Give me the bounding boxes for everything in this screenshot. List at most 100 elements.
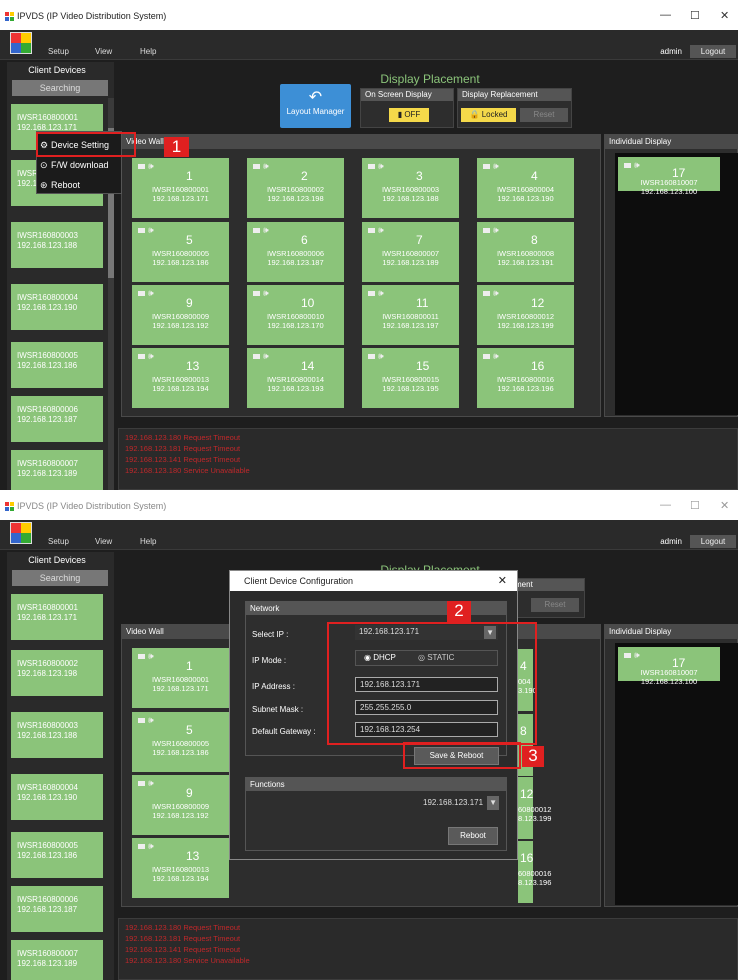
video-wall-tile[interactable]: 🕪 4 IWSR160800004 192.168.123.190: [477, 158, 574, 218]
menu-item-fw-download[interactable]: ⊙ F/W download: [37, 155, 123, 175]
device-item[interactable]: IWSR160800001 192.168.123.171: [11, 594, 103, 640]
minimize-icon[interactable]: —: [660, 9, 671, 21]
tile-info: IWSR160800003 192.168.123.188: [362, 185, 459, 203]
device-item[interactable]: IWSR160800002192.168.123.198: [11, 650, 103, 696]
tile-name: IWSR160800003: [381, 185, 440, 194]
maximize-icon[interactable]: ☐: [690, 499, 700, 512]
tile-number: 15: [416, 359, 430, 373]
download-icon: ⊙: [40, 160, 48, 170]
tile-ip: 192.168.123.188: [382, 194, 439, 203]
device-item[interactable]: IWSR160800006 192.168.123.187: [11, 396, 103, 442]
device-item[interactable]: IWSR160800007 192.168.123.189: [11, 940, 103, 980]
device-item[interactable]: IWSR160800007 192.168.123.189: [11, 450, 103, 490]
video-wall-tile[interactable]: 🕪 3 IWSR160800003 192.168.123.188: [362, 158, 459, 218]
video-wall-tile[interactable]: 🕪 5 IWSR160800005 192.168.123.186: [132, 222, 229, 282]
step-label: 1: [164, 137, 189, 157]
log-line: 192.168.123.141 Request Timeout: [125, 455, 241, 464]
tile-info: IWSR160810007 192.168.123.100: [618, 178, 720, 196]
close-icon[interactable]: ✕: [498, 571, 507, 591]
tile-info: IWSR160800001 192.168.123.171: [132, 185, 229, 203]
video-wall-tile[interactable]: 🕪 10 IWSR160800010 192.168.123.170: [247, 285, 344, 345]
device-name: IWSR160800004: [17, 293, 78, 302]
searching-button[interactable]: Searching: [12, 570, 108, 586]
video-wall-tile[interactable]: 🕪 1 IWSR160800001 192.168.123.171: [132, 158, 229, 218]
menu-item-reboot[interactable]: ⊛ Reboot: [37, 175, 123, 195]
reset-button[interactable]: Reset: [520, 108, 568, 122]
tile-name: IWSR160800005: [151, 739, 210, 748]
video-wall-tile[interactable]: 🕪 1 IWSR160800001 192.168.123.171: [132, 648, 229, 708]
logout-button[interactable]: Logout: [690, 45, 736, 58]
tile-ip: 8.123.196: [518, 878, 552, 887]
menu-help[interactable]: Help: [140, 537, 156, 546]
video-wall-tile[interactable]: 🕪 9 IWSR160800009 192.168.123.192: [132, 285, 229, 345]
reset-button[interactable]: Reset: [531, 598, 579, 612]
speaker-icon: 🕪: [634, 160, 640, 170]
osd-toggle[interactable]: ▮ OFF: [389, 108, 429, 122]
window-title: IPVDS (IP Video Distribution System): [17, 501, 167, 511]
video-wall-tile[interactable]: 🕪 2 IWSR160800002 192.168.123.198: [247, 158, 344, 218]
video-wall-tile[interactable]: 🕪 15 IWSR160800015 192.168.123.195: [362, 348, 459, 408]
layout-manager-button[interactable]: ↶ Layout Manager: [280, 84, 351, 128]
device-item[interactable]: IWSR160800003 192.168.123.188: [11, 222, 103, 268]
video-wall-tile[interactable]: 🕪 16 IWSR160800016 192.168.123.196: [477, 348, 574, 408]
menu-setup[interactable]: Setup: [48, 47, 69, 56]
minimize-icon[interactable]: —: [660, 499, 671, 511]
tile-ip: 192.168.123.186: [152, 748, 209, 757]
close-icon[interactable]: ✕: [720, 9, 729, 22]
device-item[interactable]: IWSR160800006 192.168.123.187: [11, 886, 103, 932]
tile-number: 10: [301, 296, 315, 310]
tile-ip: 192.168.123.171: [152, 684, 209, 693]
device-item[interactable]: IWSR160800005 192.168.123.186: [11, 342, 103, 388]
log-line: 192.168.123.180 Service Unavailable: [125, 466, 250, 475]
video-wall-tile[interactable]: 🕪 12 IWSR160800012 192.168.123.199: [477, 285, 574, 345]
tile-name: IWSR160800001: [151, 185, 210, 194]
maximize-icon[interactable]: ☐: [690, 9, 700, 22]
client-devices-sidebar: Client Devices Searching IWSR160800001 19…: [7, 62, 114, 490]
video-wall-tile[interactable]: 🕪 14 IWSR160800014 192.168.123.193: [247, 348, 344, 408]
device-ip: 192.168.123.188: [17, 241, 78, 250]
video-wall-tile[interactable]: 🕪 6 IWSR160800006 192.168.123.187: [247, 222, 344, 282]
tile-info: IWSR160800009 192.168.123.192: [132, 802, 229, 820]
app-logo: [10, 32, 32, 54]
device-item[interactable]: IWSR160800003 192.168.123.188: [11, 712, 103, 758]
locked-toggle[interactable]: 🔒 Locked: [461, 108, 516, 122]
log-line: 192.168.123.180 Request Timeout: [125, 923, 241, 932]
reboot-button[interactable]: Reboot: [448, 827, 498, 845]
video-wall-tile[interactable]: 🕪 13 IWSR160800013 192.168.123.194: [132, 838, 229, 898]
menu-help[interactable]: Help: [140, 47, 156, 56]
tile-ip: 192.168.123.190: [497, 194, 554, 203]
individual-tile[interactable]: 🕪 17 IWSR160810007 192.168.123.100: [618, 647, 720, 686]
video-wall-tile[interactable]: 🕪 13 IWSR160800013 192.168.123.194: [132, 348, 229, 408]
device-name: IWSR160800003: [17, 231, 78, 240]
individual-tile[interactable]: 🕪 17 IWSR160810007 192.168.123.100: [618, 157, 720, 196]
monitor-icon: [253, 291, 260, 296]
tile-ip: 192.168.123.100: [640, 677, 698, 686]
monitor-icon: [138, 718, 145, 723]
device-item[interactable]: IWSR160800004 192.168.123.190: [11, 284, 103, 330]
tile-info: IWSR160800010 192.168.123.170: [247, 312, 344, 330]
tile-name: IWSR160810007: [640, 178, 698, 187]
menu-setup[interactable]: Setup: [48, 537, 69, 546]
log-line: 192.168.123.141 Request Timeout: [125, 945, 241, 954]
app-logo: [10, 522, 32, 544]
video-wall-tile[interactable]: 🕪 11 IWSR160800011 192.168.123.197: [362, 285, 459, 345]
video-wall-tile[interactable]: 🕪 9 IWSR160800009 192.168.123.192: [132, 775, 229, 835]
tile-name: IWSR160800002: [266, 185, 325, 194]
monitor-icon: [138, 164, 145, 169]
logout-button[interactable]: Logout: [690, 535, 736, 548]
functions-ip-dropdown[interactable]: 192.168.123.171 ▼: [423, 796, 499, 810]
menu-view[interactable]: View: [95, 537, 112, 546]
device-item[interactable]: IWSR160800004 192.168.123.190: [11, 774, 103, 820]
monitor-icon: [368, 291, 375, 296]
device-item[interactable]: IWSR160800005 192.168.123.186: [11, 832, 103, 878]
searching-button[interactable]: Searching: [12, 80, 108, 96]
ip-mode-label: IP Mode :: [252, 656, 287, 665]
video-wall-tile[interactable]: 🕪 7 IWSR160800007 192.168.123.189: [362, 222, 459, 282]
video-wall-tile[interactable]: 🕪 8 IWSR160800008 192.168.123.191: [477, 222, 574, 282]
tile-number: 14: [301, 359, 315, 373]
sidebar-title: Client Devices: [28, 555, 86, 565]
menu-view[interactable]: View: [95, 47, 112, 56]
video-wall-tile[interactable]: 🕪 5 IWSR160800005 192.168.123.186: [132, 712, 229, 772]
close-icon[interactable]: ✕: [720, 499, 729, 512]
window-titlebar: IPVDS (IP Video Distribution System) — ☐…: [0, 490, 738, 520]
